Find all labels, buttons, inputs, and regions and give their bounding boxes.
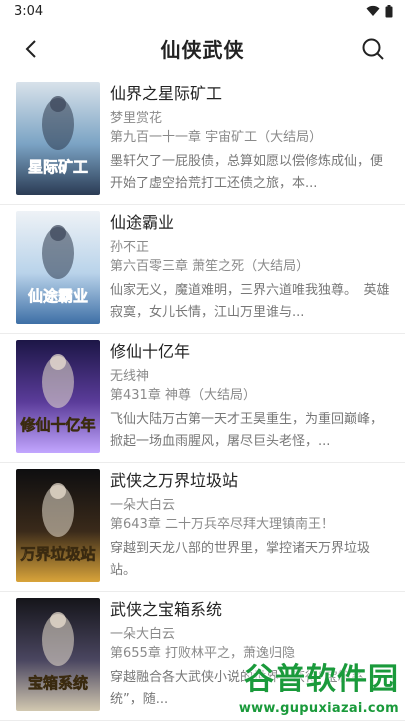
top-app-bar: 仙侠武侠 xyxy=(0,22,405,74)
book-title: 武侠之宝箱系统 xyxy=(110,600,223,619)
site-watermark: 谷普软件园 www.gupuxiazai.com xyxy=(225,650,405,720)
book-list: 星际矿工 仙界之星际矿工 梦里赏花 第九百一十一章 宇宙矿工（大结局） 墨轩欠了… xyxy=(0,76,405,721)
book-author: 一朵大白云 xyxy=(110,498,176,513)
book-title: 武侠之万界垃圾站 xyxy=(110,471,239,490)
search-button[interactable] xyxy=(359,35,387,63)
wifi-icon xyxy=(366,5,380,16)
book-latest-chapter: 第643章 二十万兵卒尽拜大理镇南王！ xyxy=(110,517,334,532)
back-arrow-icon xyxy=(25,40,36,58)
svg-text:仙途霸业: 仙途霸业 xyxy=(28,287,88,305)
book-item[interactable]: 修仙十亿年 修仙十亿年 无线神 第431章 神尊（大结局） 飞仙大陆万古第一天才… xyxy=(0,334,405,463)
book-info: 修仙十亿年 无线神 第431章 神尊（大结局） 飞仙大陆万古第一天才王昊重生，为… xyxy=(110,341,395,453)
book-cover[interactable]: 仙途霸业 xyxy=(16,211,100,324)
watermark-logo-text: 谷普软件园 xyxy=(244,662,399,697)
book-latest-chapter: 第六百零三章 萧笙之死（大结局） xyxy=(110,259,310,274)
watermark-url: www.gupuxiazai.com xyxy=(238,701,399,716)
status-icons xyxy=(366,4,393,18)
book-title: 仙途霸业 xyxy=(110,213,175,232)
book-description: 仙家无义，魔道难明，三界六道唯我独尊。 英雄寂寞，女儿长情，江山万里谁与... xyxy=(110,283,390,320)
book-description: 墨轩欠了一屁股债，总算如愿以偿修炼成仙，便开始了虚空拾荒打工还债之旅，本... xyxy=(110,154,384,191)
book-item[interactable]: 万界垃圾站 武侠之万界垃圾站 一朵大白云 第643章 二十万兵卒尽拜大理镇南王！… xyxy=(0,463,405,592)
book-author: 一朵大白云 xyxy=(110,627,176,642)
svg-text:星际矿工: 星际矿工 xyxy=(28,158,88,176)
book-cover[interactable]: 宝箱系统 xyxy=(16,598,100,711)
book-author: 梦里赏花 xyxy=(110,111,163,126)
book-title: 仙界之星际矿工 xyxy=(110,84,223,103)
book-cover[interactable]: 星际矿工 xyxy=(16,82,100,195)
book-author: 无线神 xyxy=(110,369,150,384)
svg-text:万界垃圾站: 万界垃圾站 xyxy=(19,545,95,563)
svg-text:修仙十亿年: 修仙十亿年 xyxy=(19,416,95,434)
svg-text:宝箱系统: 宝箱系统 xyxy=(28,674,88,692)
book-cover[interactable]: 修仙十亿年 xyxy=(16,340,100,453)
book-info: 仙界之星际矿工 梦里赏花 第九百一十一章 宇宙矿工（大结局） 墨轩欠了一屁股债，… xyxy=(110,83,395,195)
book-item[interactable]: 星际矿工 仙界之星际矿工 梦里赏花 第九百一十一章 宇宙矿工（大结局） 墨轩欠了… xyxy=(0,76,405,205)
book-latest-chapter: 第九百一十一章 宇宙矿工（大结局） xyxy=(110,130,323,145)
book-info: 武侠之万界垃圾站 一朵大白云 第643章 二十万兵卒尽拜大理镇南王！ 穿越到天龙… xyxy=(110,470,395,582)
book-latest-chapter: 第431章 神尊（大结局） xyxy=(110,388,256,403)
search-icon xyxy=(362,38,384,60)
status-bar: 3:04 xyxy=(0,0,405,22)
battery-icon xyxy=(385,4,393,17)
book-description: 穿越到天龙八部的世界里，掌控诸天万界垃圾站。 xyxy=(110,541,371,578)
book-info: 仙途霸业 孙不正 第六百零三章 萧笙之死（大结局） 仙家无义，魔道难明，三界六道… xyxy=(110,212,395,324)
back-button[interactable] xyxy=(18,36,44,62)
status-time: 3:04 xyxy=(14,3,44,19)
book-cover[interactable]: 万界垃圾站 xyxy=(16,469,100,582)
page-title: 仙侠武侠 xyxy=(160,37,245,62)
book-description: 飞仙大陆万古第一天才王昊重生，为重回巅峰，掀起一场血雨腥风，屠尽巨头老怪，... xyxy=(110,412,384,449)
book-author: 孙不正 xyxy=(110,240,150,255)
book-title: 修仙十亿年 xyxy=(110,342,191,361)
book-item[interactable]: 仙途霸业 仙途霸业 孙不正 第六百零三章 萧笙之死（大结局） 仙家无义，魔道难明… xyxy=(0,205,405,334)
